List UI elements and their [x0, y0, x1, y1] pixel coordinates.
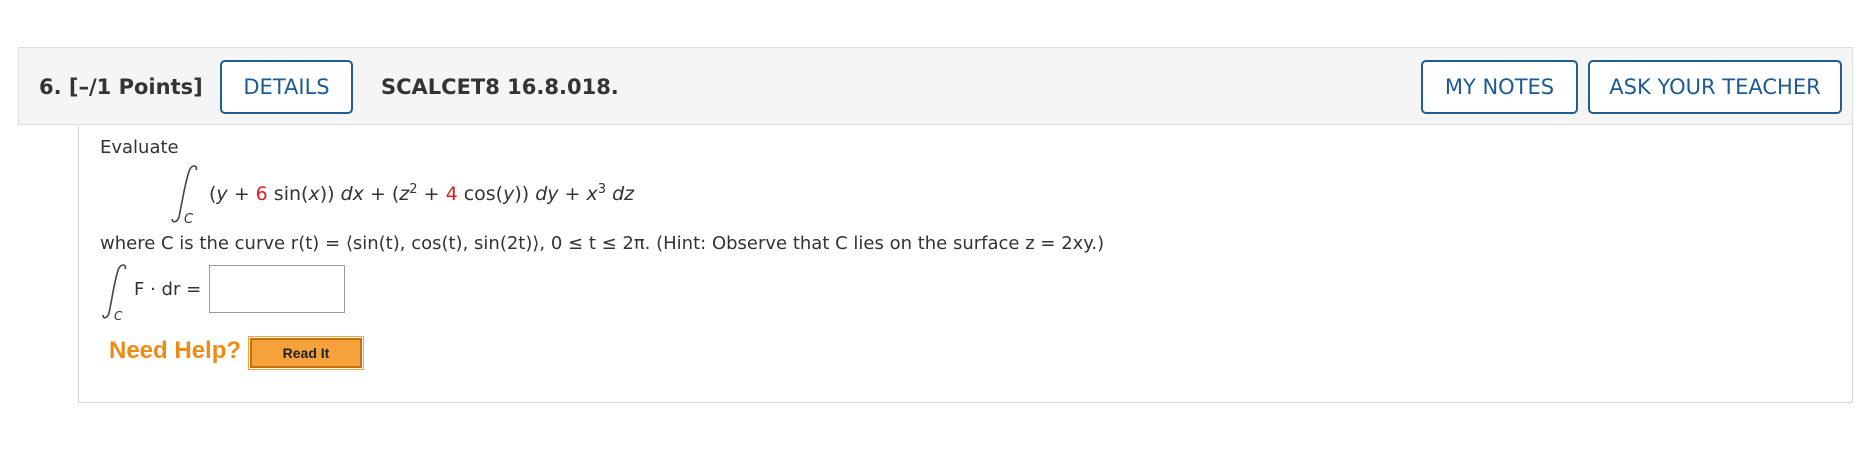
- integral-expression: (y + 6 sin(x)) dx + (z2 + 4 cos(y)) dy +…: [209, 182, 635, 205]
- integral-sign-icon: C: [171, 165, 198, 225]
- answer-lhs: F · dr =: [134, 279, 202, 300]
- question-header: 6. [–/1 Points] DETAILS SCALCET8 16.8.01…: [18, 47, 1853, 125]
- points-label: [–/1 Points]: [68, 75, 203, 99]
- need-help-label: Need Help?: [109, 337, 242, 364]
- details-button[interactable]: DETAILS: [220, 60, 353, 114]
- coefficient-cos: 4: [445, 183, 458, 205]
- my-notes-button[interactable]: MY NOTES: [1421, 60, 1578, 114]
- problem-code: SCALCET8 16.8.018.: [381, 75, 619, 99]
- curve-description: where C is the curve r(t) = ⟨sin(t), cos…: [100, 233, 1105, 254]
- line-integral-sign-icon: C: [102, 264, 127, 321]
- evaluate-label: Evaluate: [100, 137, 179, 158]
- read-it-button[interactable]: Read It: [248, 336, 364, 370]
- question-number: 6.: [39, 75, 62, 99]
- line-integral-subscript: C: [114, 309, 123, 321]
- answer-input[interactable]: [209, 265, 345, 313]
- ask-teacher-button[interactable]: ASK YOUR TEACHER: [1588, 60, 1842, 114]
- integral-subscript: C: [184, 212, 194, 225]
- question-title: 6. [–/1 Points]: [39, 48, 203, 126]
- coefficient-sin: 6: [255, 183, 268, 205]
